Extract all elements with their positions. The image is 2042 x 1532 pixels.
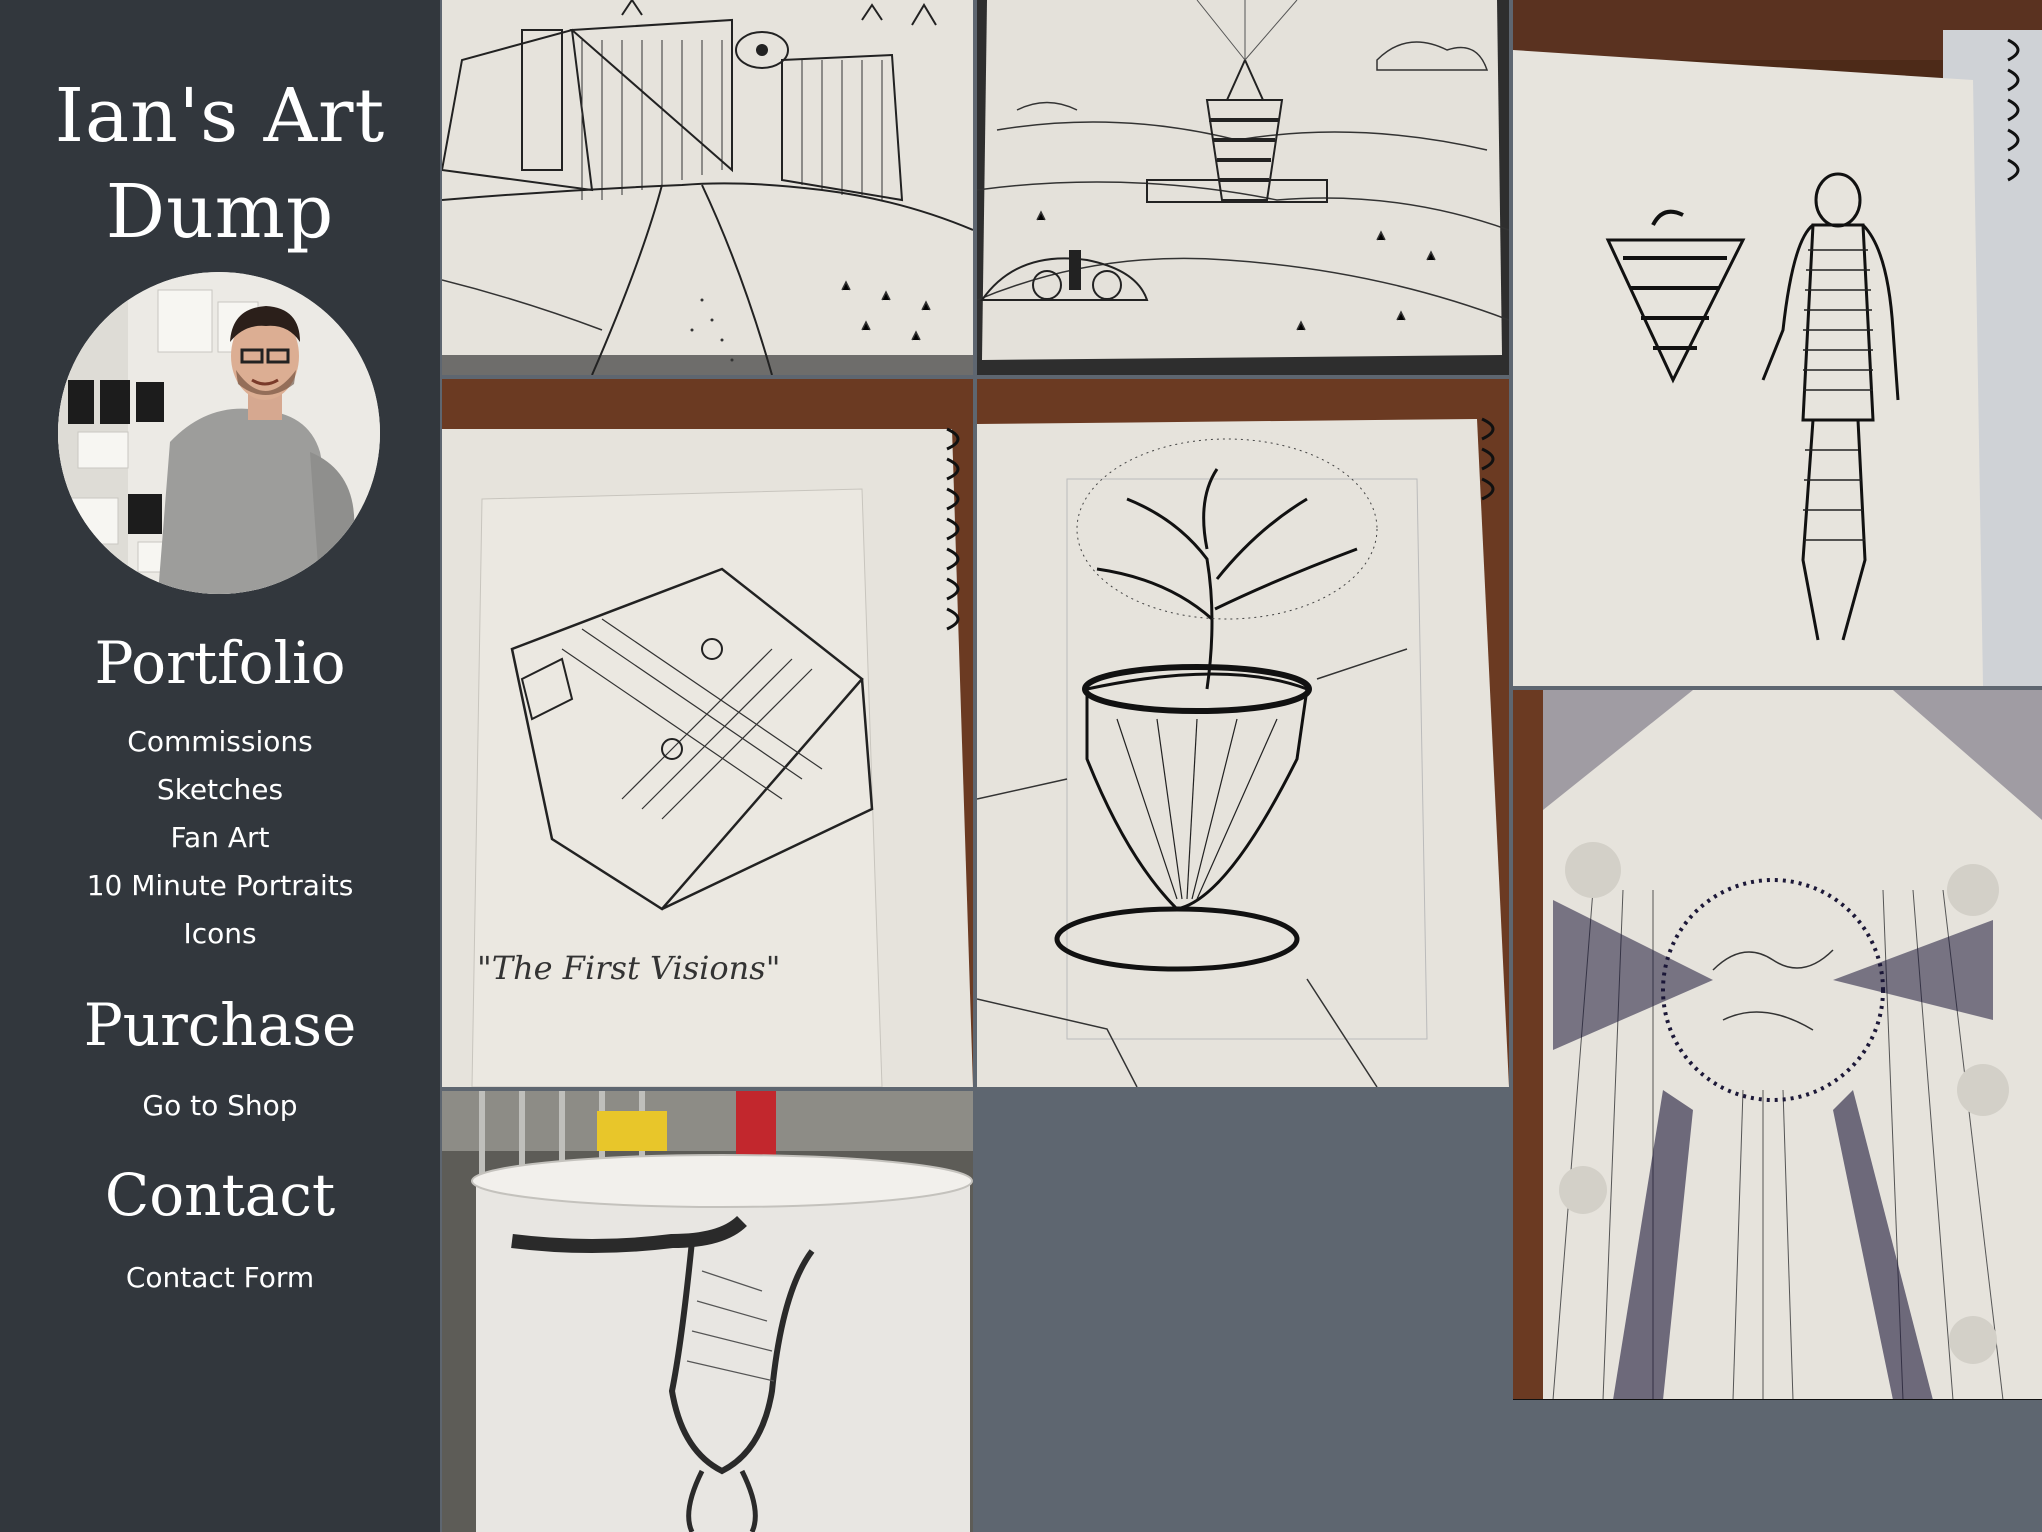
purchase-heading: Purchase [83,991,357,1059]
site-title-line-1[interactable]: Ian's Art [0,68,440,164]
tower-drawing [977,0,1509,375]
avatar [58,272,380,594]
portfolio-nav-item: Commissions [0,718,440,766]
gallery-image-tree[interactable] [977,379,1509,1087]
mummy-drawing [1513,0,2042,686]
gallery-image-orb[interactable] [1513,690,2042,1400]
nav-link-sketches[interactable]: Sketches [0,766,440,814]
contact-nav: Contact Form [0,1254,440,1302]
nav-link-go-to-shop[interactable]: Go to Shop [0,1082,440,1130]
gallery: "The First Visions" [440,0,2042,1532]
portfolio-nav-item: Fan Art [0,814,440,862]
book-drawing: "The First Visions" [442,379,973,1087]
avatar-photo [58,272,380,594]
portfolio-nav-item: Icons [0,910,440,958]
portfolio-nav-item: 10 Minute Portraits [0,862,440,910]
contact-nav-item: Contact Form [0,1254,440,1302]
gallery-image-book[interactable]: "The First Visions" [442,379,973,1087]
book-caption: "The First Visions" [477,949,780,987]
portfolio-heading: Portfolio [94,629,346,697]
site-title-line-2[interactable]: Dump [0,164,440,260]
figure-drawing [442,1091,973,1532]
gallery-image-tower[interactable] [977,0,1509,375]
gallery-image-mummy[interactable] [1513,0,2042,686]
nav-link-fan-art[interactable]: Fan Art [0,814,440,862]
contact-heading: Contact [104,1161,336,1229]
orb-drawing [1513,690,2042,1400]
gallery-image-figure-drawing[interactable] [442,1091,973,1532]
nav-link-10-minute-portraits[interactable]: 10 Minute Portraits [0,862,440,910]
nav-link-commissions[interactable]: Commissions [0,718,440,766]
tree-drawing [977,379,1509,1087]
sidebar: Ian's Art Dump Portfolio Commissions Ske… [0,0,440,1532]
portfolio-nav: Commissions Sketches Fan Art 10 Minute P… [0,718,440,958]
nav-link-contact-form[interactable]: Contact Form [0,1254,440,1302]
portfolio-nav-item: Sketches [0,766,440,814]
purchase-nav: Go to Shop [0,1082,440,1130]
gallery-image-cliffs[interactable] [442,0,973,375]
nav-link-icons[interactable]: Icons [0,910,440,958]
site-title[interactable]: Ian's Art Dump [0,68,440,260]
cliffs-drawing [442,0,973,375]
purchase-nav-item: Go to Shop [0,1082,440,1130]
